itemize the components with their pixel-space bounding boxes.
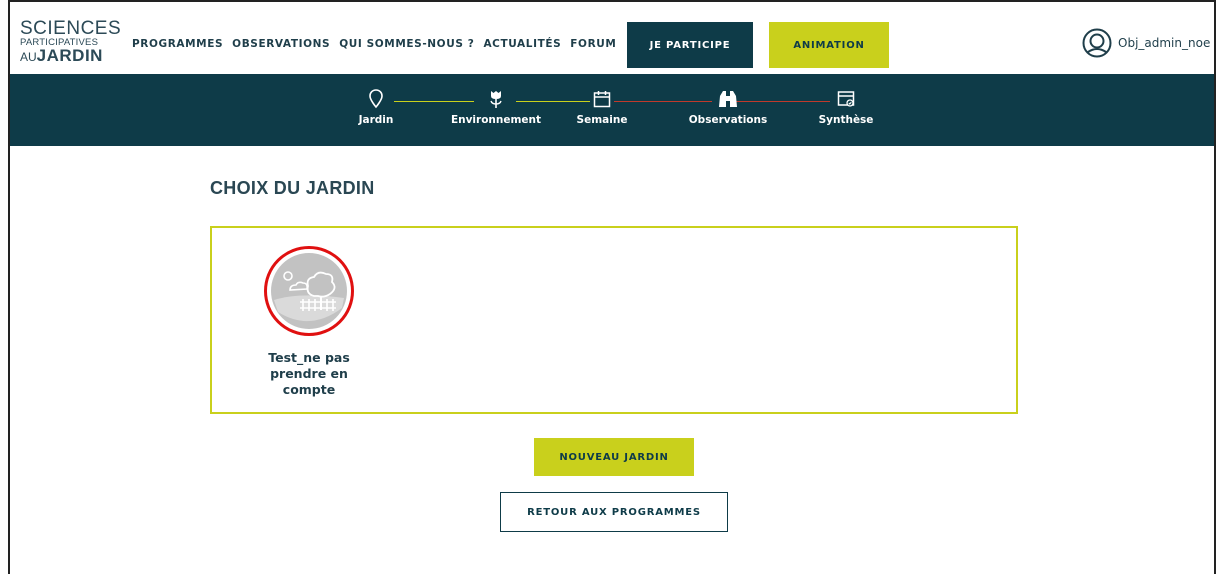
- logo-line-1: SCIENCES: [20, 18, 122, 39]
- step-label-environnement: Environnement: [450, 114, 542, 126]
- menu-item-forum[interactable]: FORUM: [570, 38, 616, 50]
- animation-button[interactable]: ANIMATION: [769, 22, 889, 68]
- site-logo[interactable]: SCIENCES PARTICIPATIVES AUJARDIN: [20, 18, 122, 66]
- step-semaine[interactable]: Semaine: [572, 88, 632, 126]
- step-jardin[interactable]: Jardin: [346, 88, 406, 126]
- new-garden-button[interactable]: NOUVEAU JARDIN: [534, 438, 694, 476]
- logo-line-3-prefix: AU: [20, 50, 37, 64]
- menu-item-programmes[interactable]: PROGRAMMES: [132, 38, 223, 50]
- page-frame: SCIENCES PARTICIPATIVES AUJARDIN PROGRAM…: [8, 0, 1216, 574]
- menu-item-actualites[interactable]: ACTUALITÉS: [483, 38, 561, 50]
- step-label-observations: Observations: [688, 114, 768, 126]
- garden-icon: [271, 253, 347, 329]
- menu-item-observations[interactable]: OBSERVATIONS: [232, 38, 330, 50]
- back-to-programs-button[interactable]: RETOUR AUX PROGRAMMES: [500, 492, 728, 532]
- user-name: Obj_admin_noe: [1118, 36, 1211, 50]
- top-navigation: SCIENCES PARTICIPATIVES AUJARDIN PROGRAM…: [10, 2, 1214, 74]
- step-label-jardin: Jardin: [358, 114, 394, 126]
- flower-icon: [490, 91, 502, 108]
- user-account[interactable]: Obj_admin_noe: [1082, 28, 1210, 58]
- step-label-semaine: Semaine: [576, 114, 628, 126]
- calendar-icon: [593, 91, 611, 108]
- garden-card[interactable]: Test_ne pas prendre en compte: [254, 246, 364, 398]
- step-environnement[interactable]: Environnement: [446, 88, 546, 126]
- main-menu: PROGRAMMES OBSERVATIONS QUI SOMMES-NOUS …: [132, 38, 616, 50]
- step-synthese[interactable]: Synthèse: [816, 88, 876, 126]
- menu-item-qui-sommes-nous[interactable]: QUI SOMMES-NOUS ?: [339, 38, 474, 50]
- logo-line-3: AUJARDIN: [20, 46, 120, 65]
- summary-icon: [837, 91, 855, 107]
- step-label-synthese: Synthèse: [818, 114, 874, 126]
- map-pin-icon: [369, 89, 383, 109]
- garden-name: Test_ne pas prendre en compte: [268, 350, 350, 397]
- logo-line-3-bold: JARDIN: [36, 46, 103, 65]
- je-participe-button[interactable]: JE PARTICIPE: [627, 22, 753, 68]
- progress-steps: Jardin Environnement Semaine Observation…: [10, 74, 1214, 146]
- binoculars-icon: [719, 91, 737, 107]
- garden-highlight-circle[interactable]: [264, 246, 354, 336]
- page-title: CHOIX DU JARDIN: [210, 178, 375, 198]
- garden-list: Test_ne pas prendre en compte: [210, 226, 1018, 414]
- user-circle-icon: [1082, 28, 1112, 58]
- step-observations[interactable]: Observations: [678, 88, 778, 126]
